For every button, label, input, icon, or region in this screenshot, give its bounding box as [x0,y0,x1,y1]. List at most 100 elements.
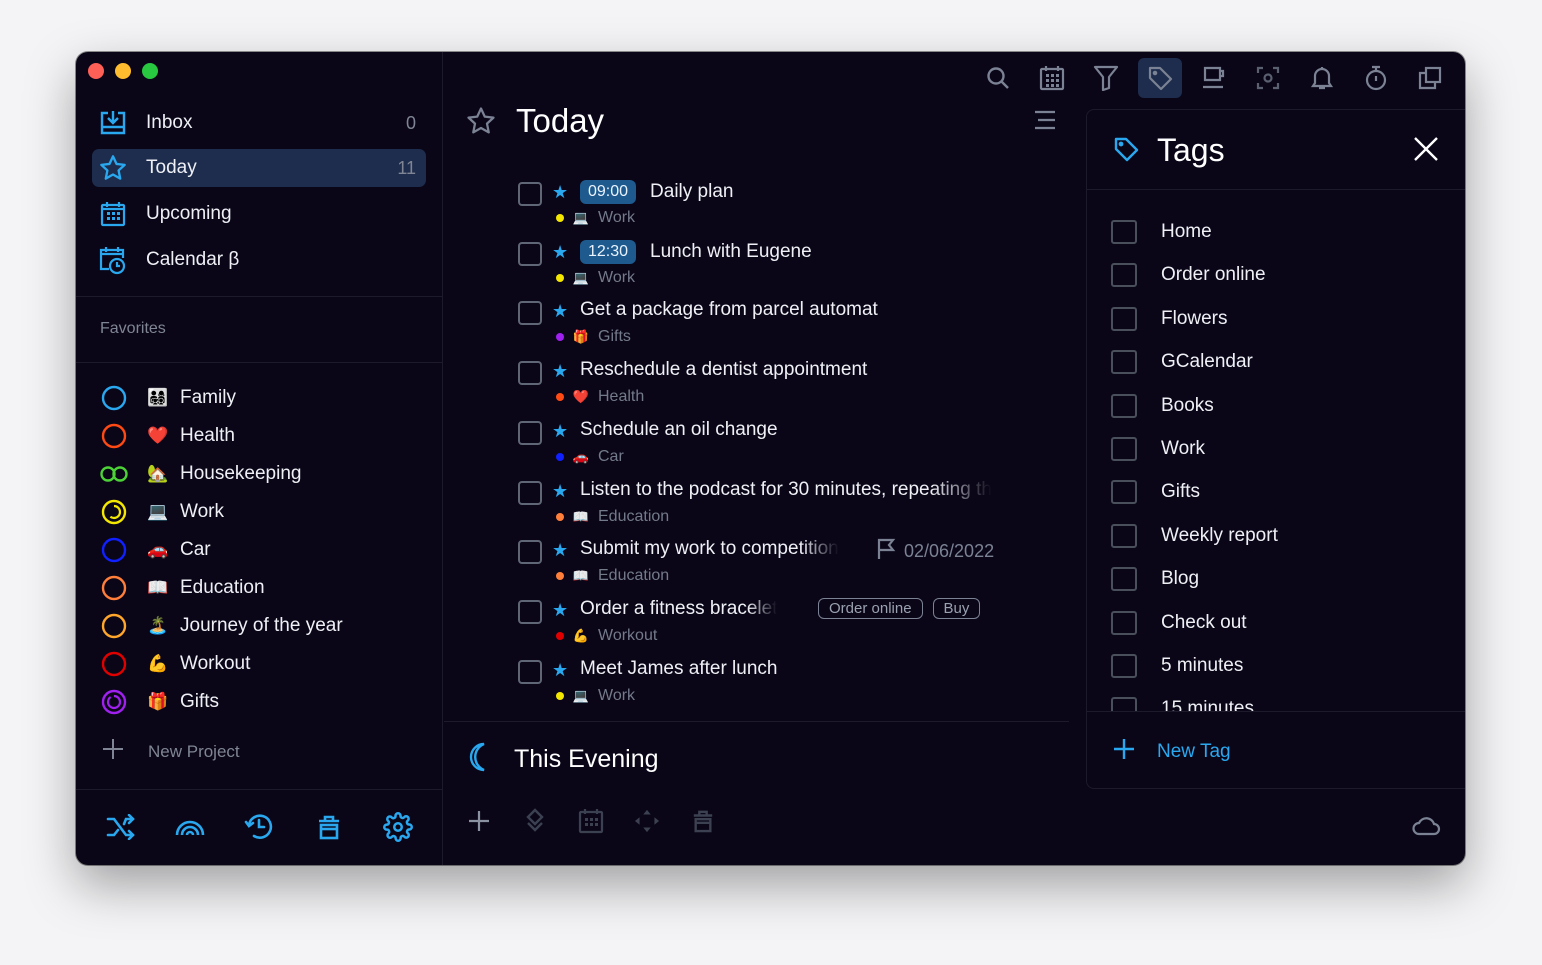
tag-checkbox[interactable] [1111,523,1137,548]
star-icon[interactable]: ★ [552,481,568,502]
task-checkbox[interactable] [518,480,542,505]
priority-icon[interactable] [522,808,548,834]
star-icon[interactable]: ★ [552,600,568,621]
tag-item[interactable]: 15 minutes [1111,694,1254,711]
task-checkbox[interactable] [518,599,542,624]
new-tag-button[interactable]: New Tag [1113,738,1231,765]
project-item[interactable]: 💪 Workout [100,647,250,681]
settings-icon[interactable] [381,810,415,844]
tag-chip[interactable]: Buy [932,597,981,619]
tag-checkbox[interactable] [1111,654,1137,678]
bell-icon[interactable] [1300,58,1344,98]
calendar-icon[interactable] [1030,58,1074,98]
move-icon[interactable] [634,808,660,834]
tag-checkbox[interactable] [1111,610,1137,635]
copy-icon[interactable] [1408,58,1452,98]
sidebar-item-upcoming[interactable]: Upcoming [92,195,426,233]
this-evening-section[interactable]: This Evening [468,742,659,777]
task-row[interactable]: ★ Submit my work to competition 02/06/20… [516,536,1036,594]
project-label: Workout [598,626,658,644]
task-row[interactable]: ★ Get a package from parcel automat 🎁 Gi… [516,297,1036,355]
project-item[interactable]: 📖 Education [100,571,265,605]
star-icon[interactable]: ★ [552,301,568,322]
task-checkbox[interactable] [518,361,542,386]
project-item[interactable]: 🚗 Car [100,533,211,567]
tag-checkbox[interactable] [1111,306,1137,331]
tags-panel: Tags Home Order online Flowers GCalendar… [1086,109,1465,789]
tag-checkbox[interactable] [1111,350,1137,375]
filter-icon[interactable] [1084,58,1128,98]
task-checkbox[interactable] [518,420,542,445]
tag-item[interactable]: Home [1111,217,1212,247]
star-icon[interactable]: ★ [552,242,568,263]
tag-checkbox[interactable] [1111,697,1137,711]
tag-item[interactable]: Weekly report [1111,521,1278,551]
search-icon[interactable] [976,58,1020,98]
tag-item[interactable]: Flowers [1111,304,1228,334]
tag-list[interactable]: Home Order online Flowers GCalendar Book… [1087,191,1465,711]
calendar-clock-icon [99,246,127,275]
sidebar-footer [76,789,443,865]
timer-icon[interactable] [1354,58,1398,98]
project-item[interactable]: 👨‍👩‍👧‍👦 Family [100,381,236,415]
project-progress-ring [100,612,128,640]
star-icon[interactable]: ★ [552,182,568,203]
task-row[interactable]: ★ 12:30 Lunch with Eugene 💻 Work [516,238,1036,296]
new-project-button[interactable]: New Project [102,738,240,765]
tag-checkbox[interactable] [1111,567,1137,592]
task-checkbox[interactable] [518,540,542,565]
task-checkbox[interactable] [518,301,542,326]
project-label: Family [180,387,236,408]
sidebar-item-inbox[interactable]: Inbox 0 [92,104,426,142]
star-icon[interactable]: ★ [552,540,568,561]
project-item[interactable]: 🏡 Housekeeping [100,457,301,491]
task-checkbox[interactable] [518,241,542,266]
tag-item[interactable]: Work [1111,434,1205,464]
tag-item[interactable]: Books [1111,391,1214,421]
task-checkbox[interactable] [518,659,542,684]
trash-icon[interactable] [690,808,716,834]
project-item[interactable]: 🏝️ Journey of the year [100,609,343,643]
rainbow-icon[interactable] [173,810,207,844]
trash-icon[interactable] [312,810,346,844]
project-progress-ring [100,460,128,488]
new-project-label: New Project [148,741,240,761]
task-row[interactable]: ★ 09:00 Daily plan 💻 Work [516,178,1036,236]
close-icon[interactable] [1413,136,1439,167]
task-row[interactable]: ★ Order a fitness bracelet Order online B… [516,596,1036,654]
calendar-icon[interactable] [578,808,604,834]
tag-item[interactable]: Gifts [1111,477,1200,507]
tag-item[interactable]: GCalendar [1111,347,1253,377]
tag-item[interactable]: Order online [1111,260,1266,290]
tag-checkbox[interactable] [1111,263,1137,288]
project-item[interactable]: 💻 Work [100,495,224,529]
task-checkbox[interactable] [518,182,542,206]
shuffle-icon[interactable] [104,810,138,844]
sidebar-item-calendar[interactable]: Calendar β [92,241,426,279]
tag-item[interactable]: 5 minutes [1111,651,1243,681]
tag-checkbox[interactable] [1111,437,1137,461]
sidebar-item-today[interactable]: Today 11 [92,149,426,187]
tag-item[interactable]: Blog [1111,564,1199,594]
tag-checkbox[interactable] [1111,480,1137,505]
task-row[interactable]: ★ Meet James after lunch 💻 Work [516,656,1036,714]
project-item[interactable]: ❤️ Health [100,419,235,453]
add-icon[interactable] [466,808,492,834]
coffee-icon[interactable] [1192,58,1236,98]
tag-checkbox[interactable] [1111,393,1137,418]
task-row[interactable]: ★ Listen to the podcast for 30 minutes, … [516,477,1036,535]
tag-icon[interactable] [1138,58,1182,98]
tag-chip[interactable]: Order online [818,597,923,619]
task-row[interactable]: ★ Schedule an oil change 🚗 Car [516,417,1036,475]
tag-item[interactable]: Check out [1111,608,1247,638]
star-icon[interactable]: ★ [552,660,568,681]
task-row[interactable]: ★ Reschedule a dentist appointment ❤️ He… [516,357,1036,415]
list-menu-icon[interactable] [1034,110,1056,135]
history-icon[interactable] [242,810,276,844]
cloud-sync-icon[interactable] [1411,814,1441,841]
star-icon[interactable]: ★ [552,361,568,382]
star-icon[interactable]: ★ [552,421,568,442]
tag-checkbox[interactable] [1111,220,1137,244]
focus-icon[interactable] [1246,58,1290,98]
project-item[interactable]: 🎁 Gifts [100,685,219,719]
